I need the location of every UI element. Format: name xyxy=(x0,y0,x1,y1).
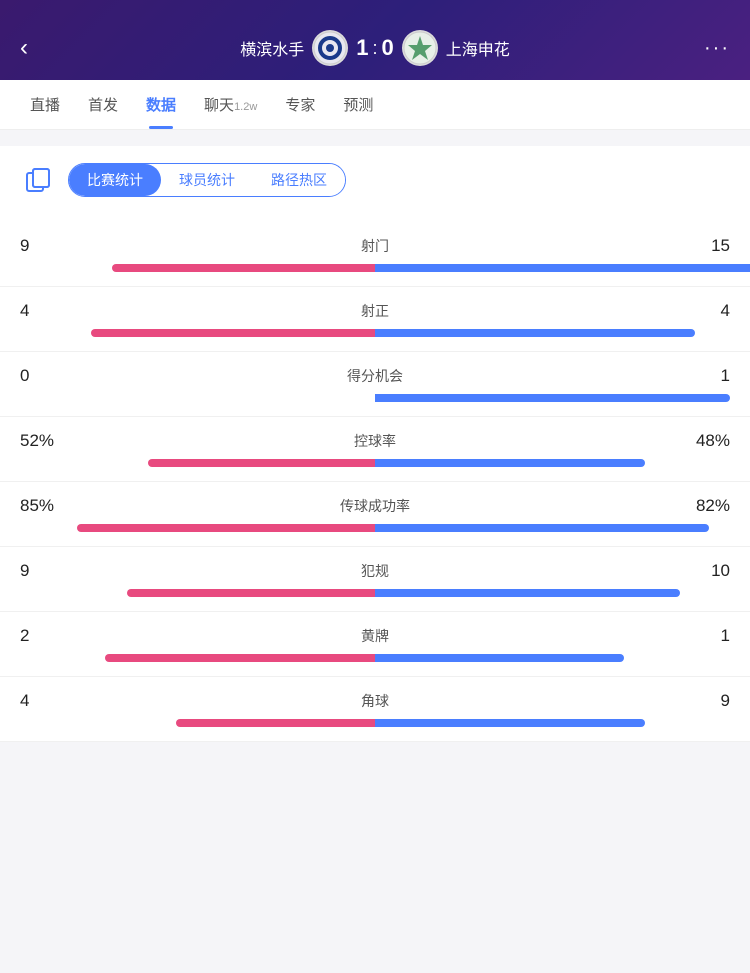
match-header: ‹ 横滨水手 1 : 0 上海申花 ··· xyxy=(0,0,750,80)
stat-label-0: 射门 xyxy=(361,236,389,256)
stat-label-7: 角球 xyxy=(361,691,389,711)
tab-predict[interactable]: 预测 xyxy=(329,80,387,129)
stat-label-1: 射正 xyxy=(361,301,389,321)
score-display: 1 : 0 xyxy=(356,35,394,61)
match-info: 横滨水手 1 : 0 上海申花 xyxy=(60,30,690,66)
score-away: 0 xyxy=(382,35,394,61)
stat-label-6: 黄牌 xyxy=(361,626,389,646)
stat-bar-left-0 xyxy=(112,264,375,272)
stat-row-4: 85% 传球成功率 82% xyxy=(0,482,750,547)
copy-button[interactable] xyxy=(20,162,56,198)
tab-live[interactable]: 直播 xyxy=(16,80,74,129)
stat-bar-right-3 xyxy=(375,459,645,467)
tab-lineup[interactable]: 首发 xyxy=(74,80,132,129)
stat-right-val-1: 4 xyxy=(680,301,730,321)
stat-bar-left-4 xyxy=(77,524,375,532)
sub-tab-match-stats[interactable]: 比赛统计 xyxy=(69,164,161,196)
chat-badge: 1.2w xyxy=(234,101,257,113)
stat-right-val-7: 9 xyxy=(680,691,730,711)
stat-bar-right-2 xyxy=(375,394,730,402)
stat-label-4: 传球成功率 xyxy=(340,496,410,516)
sub-tab-player-stats[interactable]: 球员统计 xyxy=(161,164,253,196)
stat-left-val-7: 4 xyxy=(20,691,70,711)
nav-tabs: 直播 首发 数据 聊天1.2w 专家 预测 xyxy=(0,80,750,130)
back-button[interactable]: ‹ xyxy=(20,34,60,62)
stat-bar-2 xyxy=(20,394,730,402)
stat-right-val-2: 1 xyxy=(680,366,730,386)
stat-row-5: 9 犯规 10 xyxy=(0,547,750,612)
stat-bar-right-5 xyxy=(375,589,680,597)
stat-right-val-6: 1 xyxy=(680,626,730,646)
stat-left-val-0: 9 xyxy=(20,236,70,256)
stat-bar-left-5 xyxy=(127,589,376,597)
stat-bar-right-4 xyxy=(375,524,709,532)
stat-bar-right-6 xyxy=(375,654,624,662)
stat-bar-4 xyxy=(20,524,730,532)
stat-bar-right-7 xyxy=(375,719,645,727)
tab-expert[interactable]: 专家 xyxy=(271,80,329,129)
stat-row-7: 4 角球 9 xyxy=(0,677,750,742)
away-team-name: 上海申花 xyxy=(446,36,510,60)
stat-label-3: 控球率 xyxy=(354,431,396,451)
stats-list: 9 射门 15 4 射正 4 0 得分机会 1 52% 控 xyxy=(0,222,750,742)
stat-bar-5 xyxy=(20,589,730,597)
content-area: 比赛统计 球员统计 路径热区 9 射门 15 4 射正 4 0 得分机 xyxy=(0,130,750,758)
stat-bar-3 xyxy=(20,459,730,467)
stat-bar-0 xyxy=(20,264,730,272)
sub-tab-heatmap[interactable]: 路径热区 xyxy=(253,164,345,196)
tab-chat[interactable]: 聊天1.2w xyxy=(190,80,271,129)
stat-left-val-6: 2 xyxy=(20,626,70,646)
stat-right-val-5: 10 xyxy=(680,561,730,581)
stat-bar-1 xyxy=(20,329,730,337)
stat-left-val-3: 52% xyxy=(20,431,70,451)
stat-left-val-2: 0 xyxy=(20,366,70,386)
more-button[interactable]: ··· xyxy=(690,37,730,60)
stat-row-1: 4 射正 4 xyxy=(0,287,750,352)
stat-left-val-4: 85% xyxy=(20,496,70,516)
home-team-name: 横滨水手 xyxy=(240,36,304,60)
stat-right-val-0: 15 xyxy=(680,236,730,256)
stat-bar-left-3 xyxy=(148,459,375,467)
stat-left-val-1: 4 xyxy=(20,301,70,321)
stat-row-6: 2 黄牌 1 xyxy=(0,612,750,677)
stat-bar-left-7 xyxy=(176,719,375,727)
score-home: 1 xyxy=(356,35,368,61)
stat-bar-left-6 xyxy=(105,654,375,662)
stat-row-3: 52% 控球率 48% xyxy=(0,417,750,482)
stat-row-2: 0 得分机会 1 xyxy=(0,352,750,417)
stat-label-2: 得分机会 xyxy=(347,366,403,386)
away-team-logo xyxy=(402,30,438,66)
home-team-logo xyxy=(312,30,348,66)
stat-bar-6 xyxy=(20,654,730,662)
stat-bar-right-1 xyxy=(375,329,695,337)
sub-tabs: 比赛统计 球员统计 路径热区 xyxy=(68,163,346,197)
stat-left-val-5: 9 xyxy=(20,561,70,581)
stat-right-val-4: 82% xyxy=(680,496,730,516)
stat-bar-left-1 xyxy=(91,329,375,337)
score-separator: : xyxy=(372,38,377,59)
tab-stats[interactable]: 数据 xyxy=(132,80,190,129)
sub-tabs-container: 比赛统计 球员统计 路径热区 xyxy=(0,146,750,222)
stat-row-0: 9 射门 15 xyxy=(0,222,750,287)
stat-label-5: 犯规 xyxy=(361,561,389,581)
stat-bar-right-0 xyxy=(375,264,750,272)
stat-right-val-3: 48% xyxy=(680,431,730,451)
stat-bar-7 xyxy=(20,719,730,727)
